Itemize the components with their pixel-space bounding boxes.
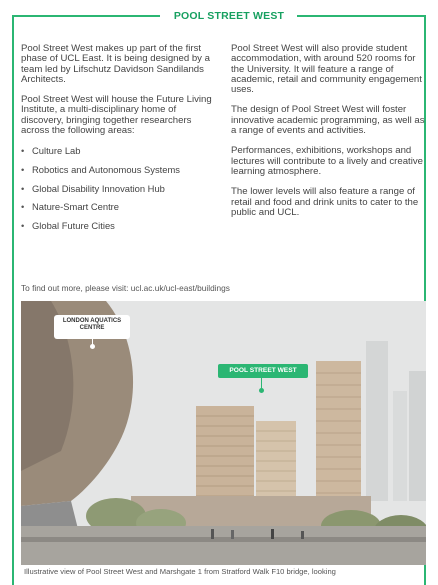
list-item: Culture Lab xyxy=(21,146,217,157)
aquatics-marker-dot xyxy=(90,344,95,349)
right-paragraph-1: Pool Street West will also provide stude… xyxy=(231,43,422,96)
list-item: Robotics and Autonomous Systems xyxy=(21,165,217,176)
right-paragraph-2: The design of Pool Street West will fost… xyxy=(231,104,425,137)
pool-street-marker-stem xyxy=(261,378,262,388)
research-areas-list: Culture Lab Robotics and Autonomous Syst… xyxy=(21,146,217,231)
list-item: Global Future Cities xyxy=(21,221,217,232)
list-item: Global Disability Innovation Hub xyxy=(21,183,217,194)
aquatics-centre-label: LONDON AQUATICS CENTRE xyxy=(54,315,130,339)
section-title: POOL STREET WEST xyxy=(173,10,285,22)
right-paragraph-3: Performances, exhibitions, workshops and… xyxy=(231,145,423,177)
image-caption: Illustrative view of Pool Street West an… xyxy=(24,567,336,576)
pool-street-west-label: POOL STREET WEST xyxy=(218,364,308,378)
left-paragraph-2: Pool Street West will house the Future L… xyxy=(21,94,212,137)
left-paragraph-1: Pool Street West makes up part of the fi… xyxy=(21,43,210,85)
render-illustration xyxy=(21,301,426,565)
more-info-link[interactable]: To find out more, please visit: ucl.ac.u… xyxy=(21,283,230,293)
list-item: Nature-Smart Centre xyxy=(21,202,217,213)
right-column: Pool Street West will also provide stude… xyxy=(231,43,427,228)
right-paragraph-4: The lower levels will also feature a ran… xyxy=(231,186,419,218)
pool-street-marker-dot xyxy=(259,388,264,393)
illustrative-view-image xyxy=(21,301,426,565)
left-column: Pool Street West makes up part of the fi… xyxy=(21,43,217,240)
